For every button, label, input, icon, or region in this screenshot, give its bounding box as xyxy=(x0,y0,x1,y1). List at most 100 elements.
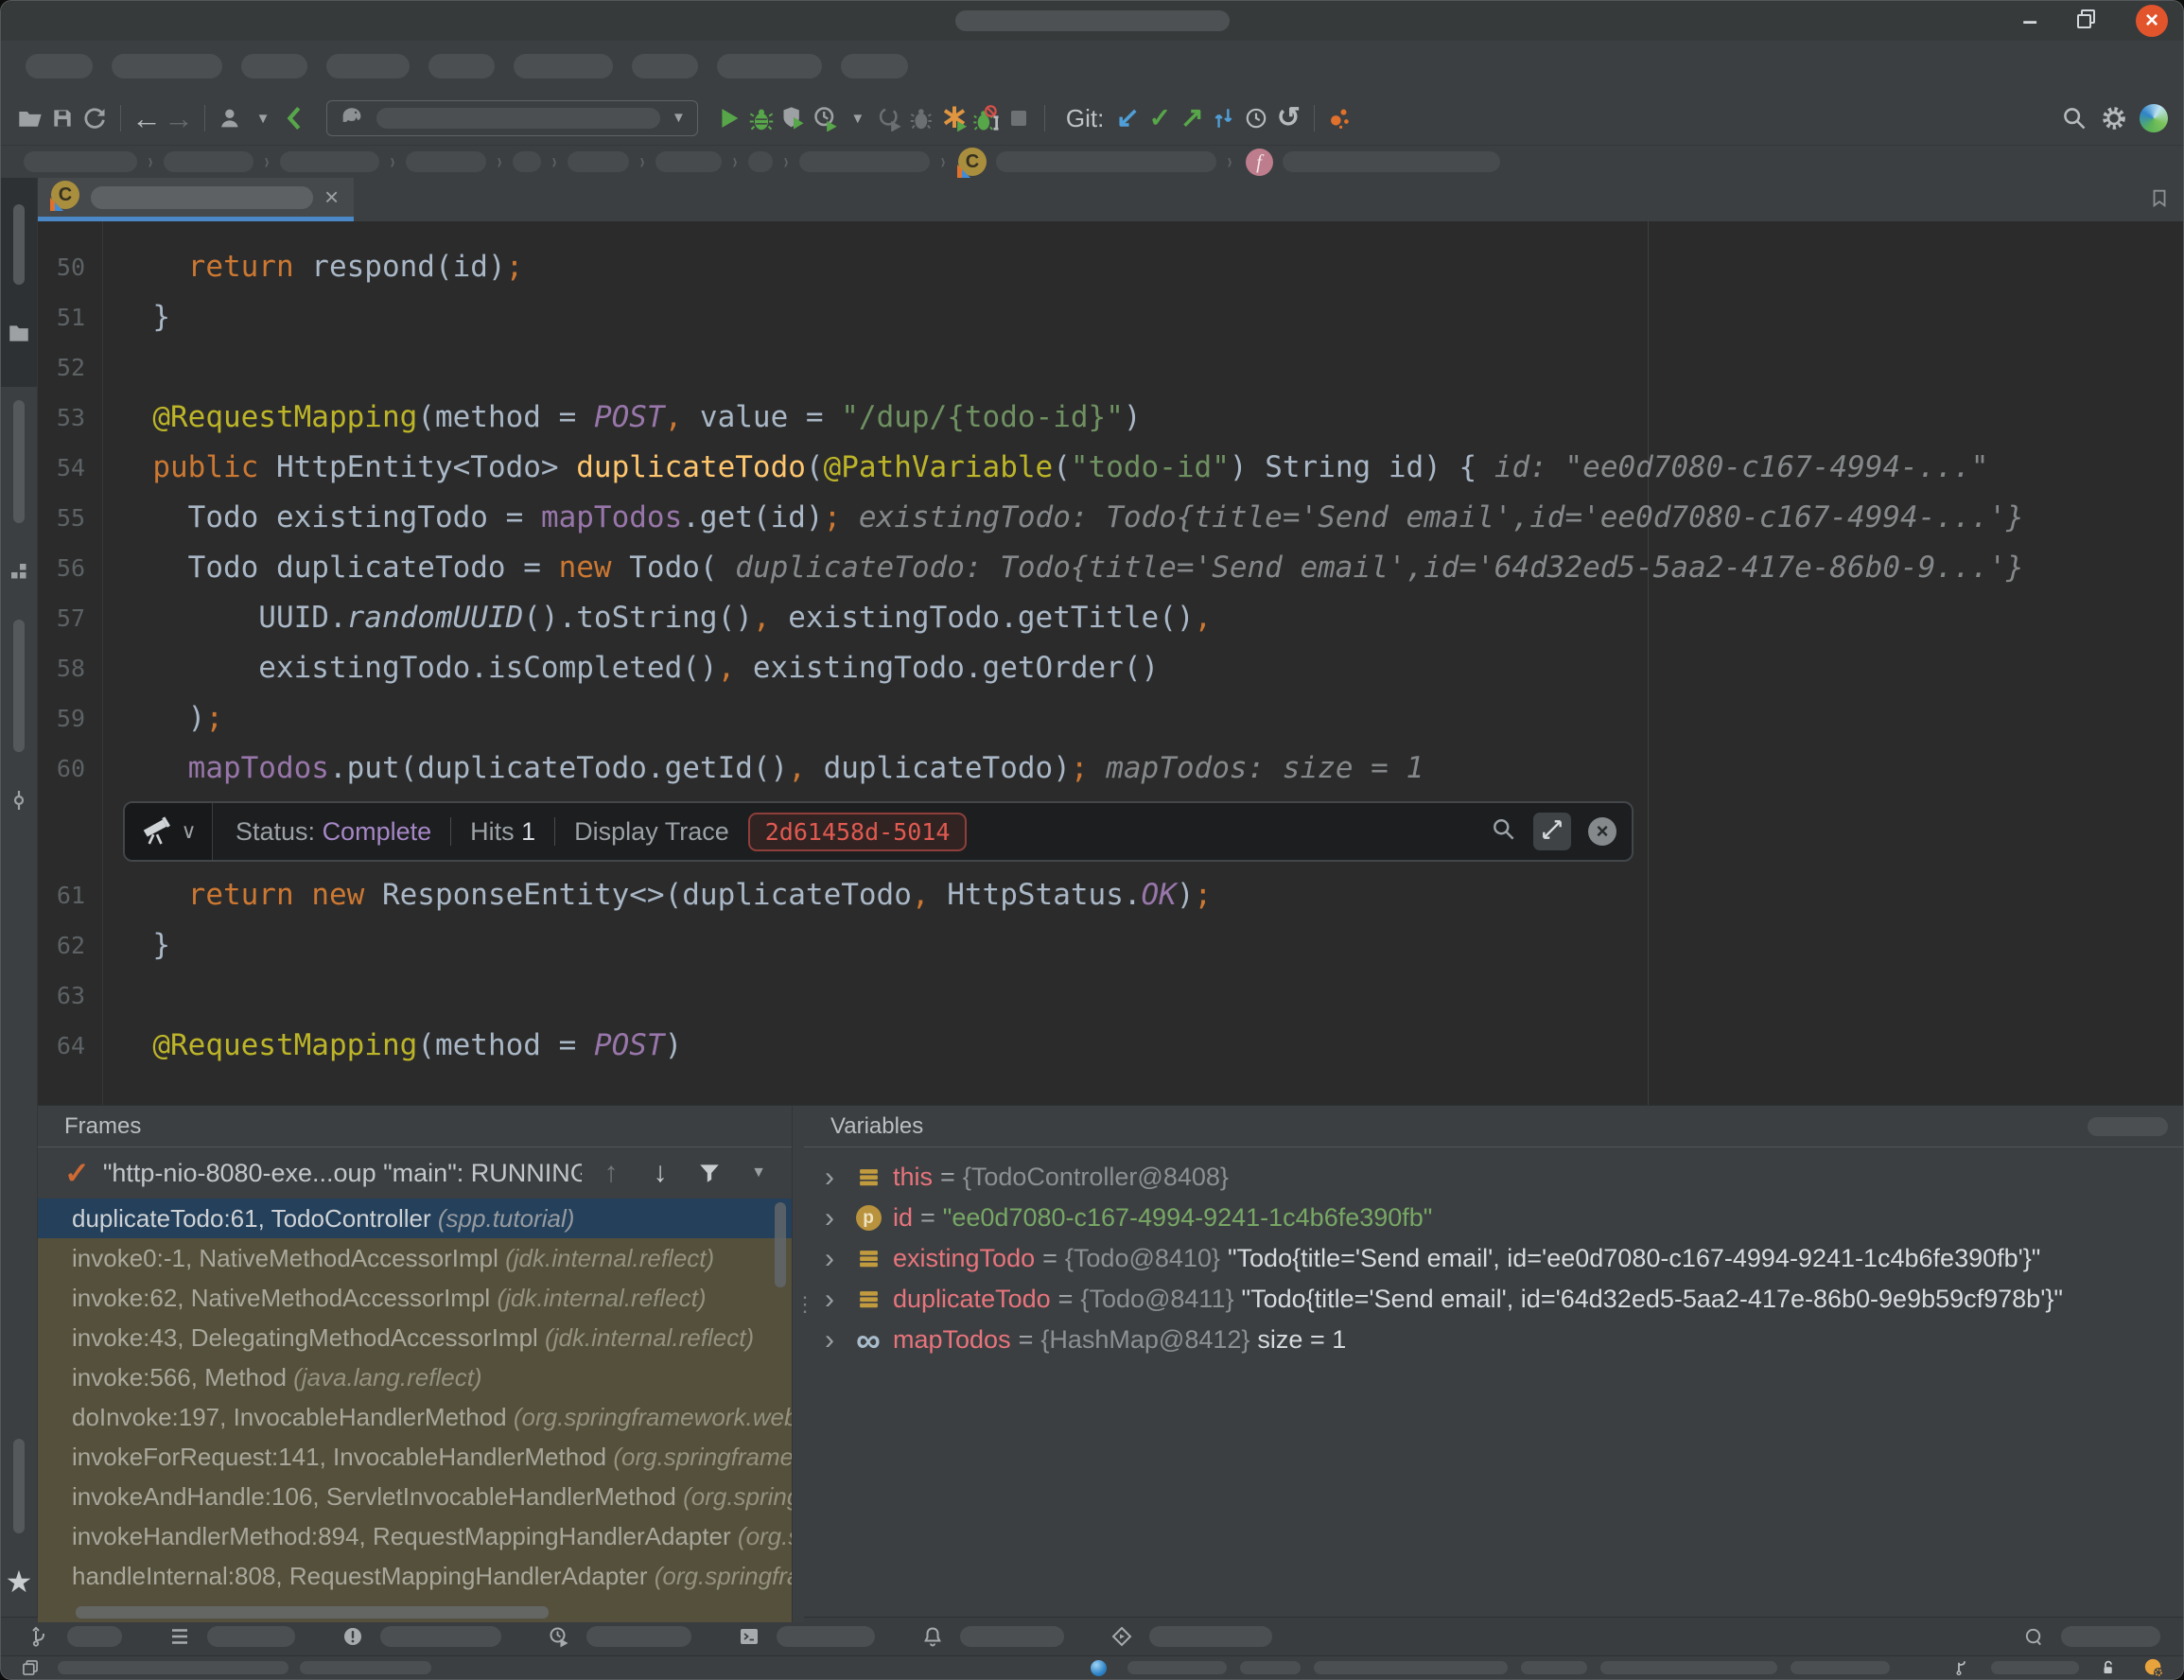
stack-frame-row[interactable]: invoke0:-1, NativeMethodAccessorImpl (jd… xyxy=(38,1238,792,1278)
stop-dim-icon[interactable] xyxy=(1003,100,1035,136)
folder-icon[interactable] xyxy=(3,315,35,351)
settings-icon[interactable] xyxy=(2098,100,2130,136)
code-line-64[interactable]: 64 @RequestMapping(method = POST) xyxy=(38,1021,2183,1071)
stack-frame-row[interactable]: invoke:43, DelegatingMethodAccessorImpl … xyxy=(38,1318,792,1357)
bookmark-icon[interactable] xyxy=(2149,187,2170,213)
user-icon[interactable] xyxy=(215,100,247,136)
save-icon[interactable] xyxy=(46,100,79,136)
thread-label[interactable]: "http-nio-8080-exe...oup "main": RUNNING xyxy=(103,1159,582,1188)
tool-button-redacted[interactable] xyxy=(13,204,25,285)
variable-row[interactable]: ›this = {TodoController@8408} xyxy=(804,1157,2183,1198)
sphere-status-icon[interactable] xyxy=(1082,1650,1114,1680)
folder-open-icon[interactable] xyxy=(14,100,46,136)
git-update-icon[interactable]: ↙ xyxy=(1111,100,1144,136)
back-icon[interactable]: ← xyxy=(131,100,163,136)
stack-frames-list[interactable]: duplicateTodo:61, TodoController (spp.tu… xyxy=(38,1199,792,1622)
breadcrumb-item[interactable] xyxy=(568,151,629,172)
breadcrumb-item[interactable]: f xyxy=(1243,144,1500,180)
code-line-62[interactable]: 62 } xyxy=(38,920,2183,971)
stack-frame-row[interactable]: doInvoke:197, InvocableHandlerMethod (or… xyxy=(38,1397,792,1437)
close-panel-button[interactable]: × xyxy=(1588,817,1616,846)
menu-item-redacted[interactable] xyxy=(112,54,222,79)
git-merge-icon[interactable] xyxy=(1208,100,1240,136)
profiler-flame-icon[interactable] xyxy=(938,100,970,136)
code-line-63[interactable]: 63 xyxy=(38,971,2183,1021)
code-line-55[interactable]: 55 Todo existingTodo = mapTodos.get(id);… xyxy=(38,493,2183,543)
arrow-up-dim-icon[interactable]: ↑ xyxy=(595,1155,627,1191)
maximize-icon[interactable] xyxy=(2075,8,2098,35)
git-push-icon[interactable]: ↗ xyxy=(1176,100,1208,136)
expand-chevron-icon[interactable]: › xyxy=(815,1243,844,1275)
menu-item-redacted[interactable] xyxy=(717,54,822,79)
orange-dots-icon[interactable] xyxy=(1324,100,1356,136)
code-line-50[interactable]: 50 return respond(id); xyxy=(38,242,2183,292)
status-widget-redacted[interactable] xyxy=(1791,1661,1890,1674)
close-icon[interactable]: × xyxy=(2136,5,2168,37)
search-icon[interactable] xyxy=(2058,100,2090,136)
editor-tab-active[interactable]: C × xyxy=(38,178,354,221)
variable-row[interactable]: ›∞mapTodos = {HashMap@8412} size = 1 xyxy=(804,1320,2183,1360)
grid-icon[interactable] xyxy=(3,553,35,589)
vertical-scrollbar[interactable] xyxy=(775,1202,786,1287)
status-widget-redacted[interactable] xyxy=(1240,1661,1301,1674)
code-line-59[interactable]: 59 ); xyxy=(38,693,2183,744)
stack-frame-row[interactable]: invoke:62, NativeMethodAccessorImpl (jdk… xyxy=(38,1278,792,1318)
code-line-54[interactable]: 54 public HttpEntity<Todo> duplicateTodo… xyxy=(38,443,2183,493)
menu-item-redacted[interactable] xyxy=(241,54,307,79)
tool-button-redacted[interactable] xyxy=(13,1439,25,1533)
sync-icon[interactable] xyxy=(79,100,111,136)
variable-row[interactable]: ›pid = "ee0d7080-c167-4994-9241-1c4b6fe3… xyxy=(804,1198,2183,1238)
debug-mute-icon[interactable] xyxy=(970,100,1003,136)
branch-sm-icon[interactable] xyxy=(1946,1650,1978,1680)
menu-item-redacted[interactable] xyxy=(26,54,93,79)
stack-frame-row[interactable]: handleInternal:808, RequestMappingHandle… xyxy=(38,1556,792,1596)
menu-item-redacted[interactable] xyxy=(632,54,698,79)
git-history-icon[interactable] xyxy=(1240,100,1272,136)
search-icon[interactable] xyxy=(1491,816,1516,847)
problems-tool-button[interactable] xyxy=(337,1619,501,1654)
menu-item-redacted[interactable] xyxy=(841,54,908,79)
forward-icon[interactable]: → xyxy=(163,100,195,136)
todo-list-tool-button[interactable] xyxy=(164,1619,295,1654)
expand-panel-button[interactable] xyxy=(1533,813,1571,850)
horizontal-scrollbar[interactable] xyxy=(76,1606,549,1619)
filter-icon[interactable] xyxy=(693,1155,725,1191)
code-editor[interactable]: 50 return respond(id);51 }5253 @RequestM… xyxy=(38,221,2183,1105)
stack-frame-row[interactable]: invokeHandlerMethod:894, RequestMappingH… xyxy=(38,1516,792,1556)
terminal-tool-button[interactable] xyxy=(733,1619,875,1654)
chevron-sm-icon[interactable]: ▼ xyxy=(247,100,279,136)
profiler-tw-tool-button[interactable] xyxy=(543,1619,691,1654)
panel-splitter[interactable]: ⋮ xyxy=(792,1106,804,1622)
stack-frame-row[interactable]: invokeForRequest:141, InvocableHandlerMe… xyxy=(38,1437,792,1477)
run-configuration-select[interactable]: ▼ xyxy=(326,100,698,136)
trace-id-badge[interactable]: 2d61458d-5014 xyxy=(748,813,968,851)
status-widget-redacted[interactable] xyxy=(1600,1661,1777,1674)
play-icon[interactable] xyxy=(713,100,745,136)
arrow-down-icon[interactable]: ↓ xyxy=(644,1155,676,1191)
breadcrumb-item[interactable]: C xyxy=(956,144,1216,180)
stack-frame-row[interactable]: duplicateTodo:61, TodoController (spp.tu… xyxy=(38,1199,792,1238)
green-swoosh-icon[interactable] xyxy=(279,100,311,136)
tool-button-redacted[interactable] xyxy=(13,400,25,523)
code-line-52[interactable]: 52 xyxy=(38,342,2183,393)
thread-selector-row[interactable]: ✓ "http-nio-8080-exe...oup "main": RUNNI… xyxy=(38,1147,792,1199)
stack-frame-row[interactable]: invokeAndHandle:106, ServletInvocableHan… xyxy=(38,1477,792,1516)
menu-item-redacted[interactable] xyxy=(428,54,495,79)
variables-tree[interactable]: ›this = {TodoController@8408}›pid = "ee0… xyxy=(804,1147,2183,1360)
status-widget-redacted[interactable] xyxy=(1521,1661,1587,1674)
code-line-60[interactable]: 60 mapTodos.put(duplicateTodo.getId(), d… xyxy=(38,744,2183,794)
gradle-alert-icon[interactable] xyxy=(2138,1650,2170,1680)
tool-button-redacted[interactable] xyxy=(13,620,25,752)
commit-node-icon[interactable] xyxy=(3,782,35,818)
chevron-sm-icon[interactable]: ▼ xyxy=(842,100,874,136)
status-widget-redacted[interactable] xyxy=(1314,1661,1508,1674)
code-line-57[interactable]: 57 UUID.randomUUID().toString(), existin… xyxy=(38,593,2183,643)
menu-item-redacted[interactable] xyxy=(514,54,613,79)
expand-chevron-icon[interactable]: › xyxy=(815,1324,844,1356)
profiler-icon[interactable] xyxy=(810,100,842,136)
status-widget-redacted[interactable] xyxy=(1127,1661,1227,1674)
expand-chevron-icon[interactable]: › xyxy=(815,1284,844,1316)
expand-chevron-icon[interactable]: › xyxy=(815,1202,844,1234)
debug-icon[interactable] xyxy=(745,100,778,136)
git-branch-redacted[interactable] xyxy=(1991,1661,2079,1674)
